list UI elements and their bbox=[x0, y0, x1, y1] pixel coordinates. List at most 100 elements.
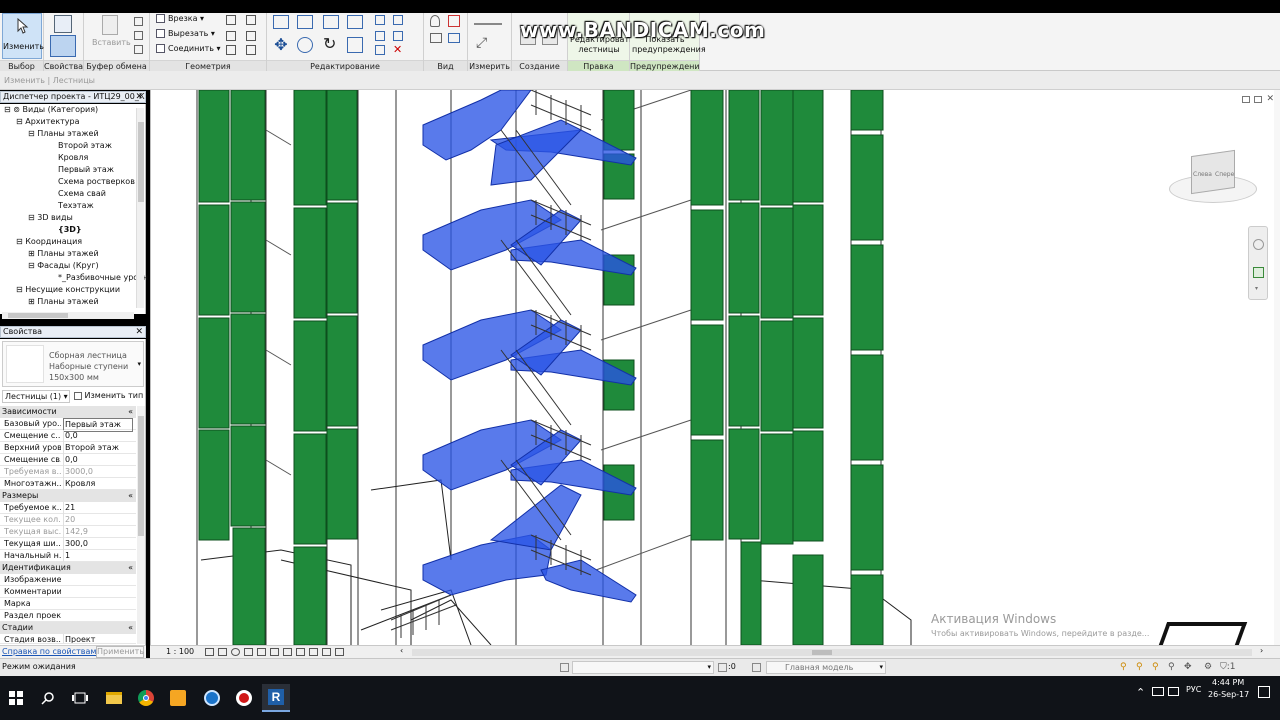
copy-element-icon[interactable] bbox=[297, 37, 313, 53]
editable-only-icon[interactable] bbox=[718, 663, 727, 672]
tree-item[interactable]: ⊟ Фасады (Круг) bbox=[28, 260, 99, 272]
notifications-icon[interactable] bbox=[1258, 686, 1270, 698]
property-value[interactable]: 1 bbox=[63, 550, 133, 562]
align-icon[interactable] bbox=[273, 15, 289, 29]
sun-path-icon[interactable] bbox=[231, 648, 240, 656]
unpin-icon[interactable] bbox=[375, 45, 385, 55]
type-properties-icon[interactable] bbox=[54, 15, 72, 33]
3d-viewport[interactable]: ✕ Слева Спере ▾ Активация Windows Чтобы … bbox=[150, 90, 1280, 645]
property-value[interactable]: 0,0 bbox=[63, 430, 133, 442]
tree-item[interactable]: Второй этаж bbox=[58, 140, 112, 152]
detail-level-icon[interactable] bbox=[205, 648, 214, 656]
revit-icon[interactable]: R bbox=[262, 684, 290, 712]
drag-elements-icon[interactable]: ✥ bbox=[1184, 662, 1194, 672]
modify-button[interactable]: Изменить bbox=[2, 13, 44, 59]
windows-start-icon[interactable] bbox=[2, 684, 30, 712]
tree-item[interactable]: ⊟ Координация bbox=[16, 236, 82, 248]
design-options-icon[interactable] bbox=[752, 663, 761, 672]
match-icon[interactable] bbox=[134, 45, 143, 54]
zoom-icon[interactable] bbox=[1253, 267, 1264, 278]
clock-date[interactable]: 26-Sep-17 bbox=[1208, 690, 1249, 699]
measure-icon[interactable] bbox=[474, 17, 502, 25]
property-value[interactable]: Кровля bbox=[63, 478, 133, 490]
background-processes-icon[interactable]: ⚙ bbox=[1204, 662, 1214, 672]
select-underlay-icon[interactable]: ⚲ bbox=[1136, 662, 1146, 672]
viewport-restore-icon[interactable] bbox=[1254, 96, 1262, 103]
section-phasing[interactable]: Стадии « bbox=[0, 622, 136, 634]
select-links-icon[interactable]: ⚲ bbox=[1120, 662, 1130, 672]
task-view-icon[interactable] bbox=[66, 684, 94, 712]
pick-icon[interactable] bbox=[226, 45, 236, 55]
viewport-scrollbar[interactable] bbox=[1274, 90, 1280, 645]
network-icon[interactable] bbox=[1152, 687, 1164, 696]
type-selector[interactable]: Сборная лестница Наборные ступени 150x30… bbox=[2, 341, 144, 387]
view-horizontal-scrollbar[interactable] bbox=[412, 649, 1252, 656]
property-row[interactable]: Многоэтажн... Кровля bbox=[0, 478, 136, 490]
paint-icon[interactable] bbox=[226, 31, 236, 41]
mirror-draw-icon[interactable] bbox=[347, 15, 363, 29]
visual-style-icon[interactable] bbox=[218, 648, 227, 656]
linework-icon[interactable] bbox=[430, 33, 442, 43]
cut-icon[interactable] bbox=[134, 31, 143, 40]
property-value[interactable]: 300,0 bbox=[63, 538, 133, 550]
viewcube-left-face[interactable]: Слева bbox=[1193, 171, 1212, 178]
clock-time[interactable]: 4:44 PM bbox=[1212, 678, 1244, 687]
highlight-displacement-icon[interactable] bbox=[335, 648, 344, 656]
tree-item[interactable]: ⊟ Архитектура bbox=[16, 116, 80, 128]
move-icon[interactable]: ✥ bbox=[271, 35, 291, 55]
tree-item[interactable]: ⊞ Планы этажей bbox=[28, 296, 99, 308]
split-face-icon[interactable] bbox=[246, 15, 256, 25]
property-value[interactable]: Второй этаж bbox=[63, 442, 133, 454]
join-button[interactable]: Соединить ▾ bbox=[156, 44, 221, 54]
property-row[interactable]: Марка bbox=[0, 598, 136, 610]
close-icon[interactable]: ✕ bbox=[135, 92, 143, 102]
property-row[interactable]: Изображение bbox=[0, 574, 136, 586]
tree-item[interactable]: Техэтаж bbox=[58, 200, 94, 212]
offset-icon[interactable] bbox=[297, 15, 313, 29]
copy-icon[interactable] bbox=[134, 17, 143, 26]
delete-icon[interactable]: ✕ bbox=[393, 44, 403, 55]
override-graphics-icon[interactable] bbox=[448, 15, 460, 27]
view-scale[interactable]: 1 : 100 bbox=[166, 647, 194, 656]
close-icon[interactable]: ✕ bbox=[135, 327, 143, 337]
mirror-axis-icon[interactable] bbox=[323, 15, 339, 29]
dimension-icon[interactable]: ⤢ bbox=[476, 35, 500, 51]
tree-item[interactable]: ⊞ Планы этажей bbox=[28, 248, 99, 260]
paste-icon[interactable] bbox=[102, 15, 118, 35]
section-constraints[interactable]: Зависимости « bbox=[0, 406, 136, 418]
chevron-down-icon[interactable]: ▾ bbox=[137, 360, 141, 368]
tree-item[interactable]: ⊟ Планы этажей bbox=[28, 128, 99, 140]
tree-item[interactable]: ⊟ Несущие конструкции bbox=[16, 284, 120, 296]
tree-item[interactable]: *_Разбивочные уровн bbox=[58, 272, 148, 284]
show-crop-icon[interactable] bbox=[270, 648, 279, 656]
tree-item[interactable]: Схема ростверков bbox=[58, 176, 135, 188]
demolish-icon[interactable] bbox=[246, 31, 256, 41]
edit-type-button[interactable]: Изменить тип bbox=[74, 390, 144, 403]
property-row[interactable]: Требуемое к... 21 bbox=[0, 502, 136, 514]
hammer-icon[interactable] bbox=[246, 45, 256, 55]
wall-joins-icon[interactable] bbox=[226, 15, 236, 25]
pin-icon[interactable] bbox=[393, 15, 403, 25]
tree-item[interactable]: Схема свай bbox=[58, 188, 106, 200]
cut-out-button[interactable]: Вырезать ▾ bbox=[156, 29, 215, 39]
property-row[interactable]: Раздел проекта bbox=[0, 610, 136, 622]
chevron-down-icon[interactable]: ▾ bbox=[1255, 285, 1258, 292]
apply-button[interactable]: Применить bbox=[96, 646, 144, 658]
property-value[interactable]: 0,0 bbox=[63, 454, 133, 466]
split-icon[interactable] bbox=[375, 15, 385, 25]
remote-app-icon[interactable] bbox=[198, 684, 226, 712]
property-row[interactable]: Текущая ши... 300,0 bbox=[0, 538, 136, 550]
property-value[interactable]: Проект bbox=[63, 634, 133, 643]
cut-geometry-button[interactable]: Врезка ▾ bbox=[156, 14, 204, 24]
chevron-right-icon[interactable]: › bbox=[1260, 646, 1263, 655]
scale-icon[interactable] bbox=[393, 31, 403, 41]
browser-vertical-scrollbar[interactable] bbox=[136, 108, 144, 308]
properties-icon[interactable] bbox=[50, 35, 76, 57]
select-by-face-icon[interactable]: ⚲ bbox=[1168, 662, 1178, 672]
chevron-up-icon[interactable]: ⌃ bbox=[1136, 686, 1145, 699]
paste-button[interactable]: Вставить bbox=[92, 38, 131, 47]
viewcube[interactable]: Слева Спере bbox=[1169, 145, 1257, 207]
viewport-close-icon[interactable]: ✕ bbox=[1266, 94, 1274, 104]
steering-wheel-icon[interactable] bbox=[1253, 239, 1264, 250]
analytical-model-icon[interactable] bbox=[322, 648, 331, 656]
